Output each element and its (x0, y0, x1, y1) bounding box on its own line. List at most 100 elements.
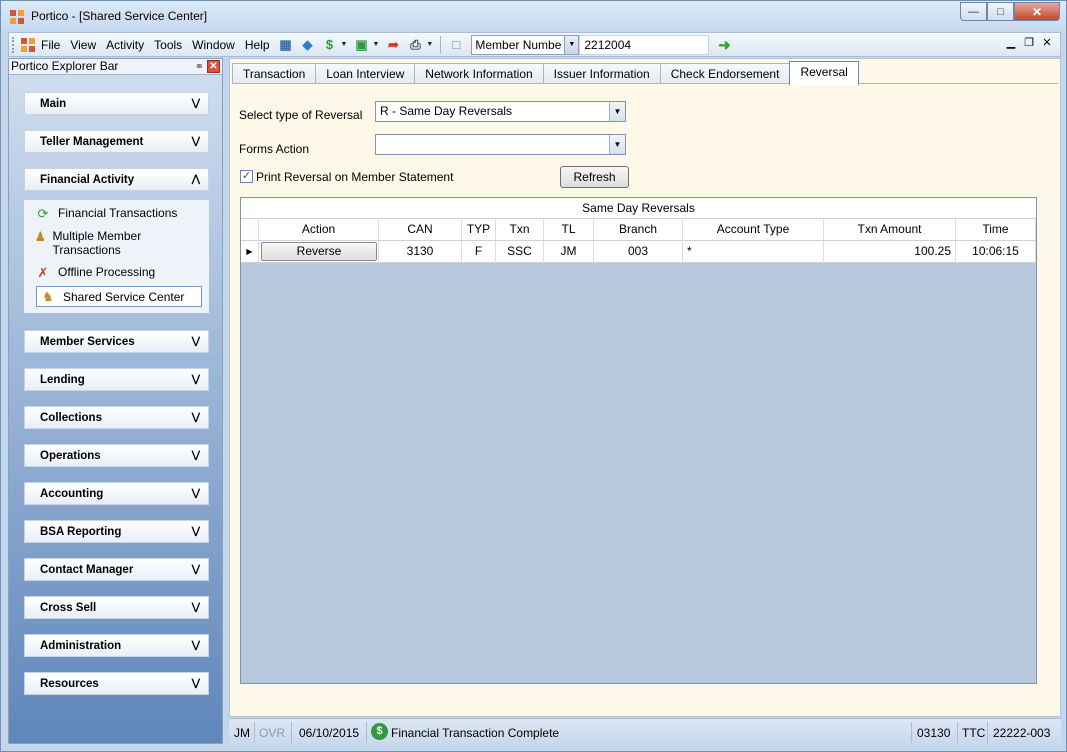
chevron-down-icon[interactable]: ▼ (609, 135, 625, 154)
redo-arrow-icon[interactable]: ➦ (384, 36, 402, 54)
dollar-dropdown-icon[interactable]: ▼ (341, 41, 348, 48)
pin-icon[interactable]: ⚭ (195, 60, 204, 75)
chevron-down-icon[interactable]: ▼ (609, 102, 625, 121)
group-label: Operations (40, 450, 101, 462)
col-typ[interactable]: TYP (462, 219, 496, 240)
group-collections[interactable]: Collections ⋁ (24, 406, 209, 429)
tab-network-information[interactable]: Network Information (414, 63, 544, 85)
account-type-cell: * (683, 241, 824, 262)
group-bsa-reporting[interactable]: BSA Reporting ⋁ (24, 520, 209, 543)
status-separator (366, 722, 367, 743)
group-accounting[interactable]: Accounting ⋁ (24, 482, 209, 505)
task-shared-service-center[interactable]: ♞ Shared Service Center (36, 286, 202, 307)
tab-strip: Transaction Loan Interview Network Infor… (232, 61, 859, 85)
status-terminal: 22222-003 (993, 726, 1051, 740)
col-time[interactable]: Time (956, 219, 1036, 240)
menu-tools[interactable]: Tools (149, 38, 187, 52)
group-operations[interactable]: Operations ⋁ (24, 444, 209, 467)
col-action[interactable]: Action (259, 219, 379, 240)
toolbar-grip[interactable] (12, 36, 16, 53)
document-icon[interactable]: □ (447, 36, 465, 54)
col-account-type[interactable]: Account Type (683, 219, 824, 240)
maximize-icon: □ (997, 5, 1004, 18)
group-label: Member Services (40, 336, 135, 348)
chevron-down-icon: ⋁ (191, 526, 200, 537)
mdi-close-icon[interactable]: ✕ (1038, 36, 1056, 49)
status-message: Financial Transaction Complete (391, 726, 560, 740)
group-label: Teller Management (40, 136, 144, 148)
chevron-down-icon: ⋁ (191, 374, 200, 385)
tab-check-endorsement[interactable]: Check Endorsement (659, 63, 791, 85)
go-arrow-icon[interactable]: ➜ (715, 36, 733, 54)
tab-issuer-information[interactable]: Issuer Information (542, 63, 661, 85)
group-lending[interactable]: Lending ⋁ (24, 368, 209, 391)
mdi-restore-icon[interactable]: ❐ (1020, 36, 1038, 49)
menu-help[interactable]: Help (240, 38, 275, 52)
col-can[interactable]: CAN (379, 219, 462, 240)
group-main[interactable]: Main ⋁ (24, 92, 209, 115)
tab-transaction[interactable]: Transaction (232, 63, 317, 85)
reversals-grid: Same Day Reversals Action CAN TYP Txn TL… (240, 197, 1037, 684)
chevron-down-icon: ⋁ (191, 640, 200, 651)
printer-dropdown-icon[interactable]: ▼ (426, 41, 433, 48)
task-label: Financial Transactions (58, 206, 178, 220)
menu-file[interactable]: File (36, 38, 65, 52)
explorer-header: Portico Explorer Bar ⚭ ✕ (9, 59, 222, 75)
group-label: Accounting (40, 488, 104, 500)
col-tl[interactable]: TL (544, 219, 594, 240)
chevron-down-icon[interactable]: ▼ (564, 35, 579, 54)
table-row[interactable]: ▶ Reverse 3130 F SSC JM 003 * 100.25 10:… (241, 241, 1036, 263)
close-button[interactable]: ✕ (1014, 2, 1060, 21)
status-separator (254, 722, 255, 743)
print-reversal-label: Print Reversal on Member Statement (256, 170, 454, 184)
grid-caption: Same Day Reversals (241, 198, 1036, 219)
typ-cell: F (462, 241, 496, 262)
refresh-button[interactable]: Refresh (560, 166, 629, 188)
explorer-close-icon[interactable]: ✕ (207, 60, 220, 73)
portico-menu-icon[interactable] (20, 37, 36, 53)
chevron-down-icon: ⋁ (191, 336, 200, 347)
dollar-icon[interactable]: $ (321, 36, 339, 54)
task-multiple-member-transactions[interactable]: ♟ Multiple Member Transactions (34, 229, 164, 257)
menu-window[interactable]: Window (187, 38, 240, 52)
title-bar: Portico - [Shared Service Center] — □ ✕ (1, 1, 1066, 32)
menu-activity[interactable]: Activity (101, 38, 149, 52)
group-contact-manager[interactable]: Contact Manager ⋁ (24, 558, 209, 581)
group-teller-management[interactable]: Teller Management ⋁ (24, 130, 209, 153)
status-bar: JM OVR 06/10/2015 $ Financial Transactio… (229, 718, 1061, 745)
group-cross-sell[interactable]: Cross Sell ⋁ (24, 596, 209, 619)
member-field-select[interactable]: Member Numbe ▼ (471, 34, 580, 55)
menu-view[interactable]: View (65, 38, 101, 52)
group-financial-activity[interactable]: Financial Activity ⋀ (24, 168, 209, 191)
chevron-down-icon: ⋁ (191, 412, 200, 423)
tab-reversal[interactable]: Reversal (789, 61, 859, 85)
maximize-button[interactable]: □ (987, 2, 1014, 21)
chevron-up-icon: ⋀ (191, 174, 200, 185)
can-cell: 3130 (379, 241, 462, 262)
task-offline-processing[interactable]: ✗ Offline Processing (34, 265, 156, 281)
task-financial-transactions[interactable]: ⟳ Financial Transactions (34, 206, 178, 222)
action-cell: Reverse (259, 241, 379, 262)
tab-loan-interview[interactable]: Loan Interview (315, 63, 416, 85)
print-reversal-checkbox[interactable]: ✓ (240, 170, 253, 183)
cash-drawer-icon[interactable]: ▣ (352, 36, 370, 54)
status-date: 06/10/2015 (299, 726, 360, 740)
calculator-icon[interactable]: ▦ (277, 36, 295, 54)
minimize-button[interactable]: — (960, 2, 987, 21)
card-icon[interactable]: ◆ (299, 36, 317, 54)
printer-icon[interactable]: ⎙ (406, 36, 424, 54)
forms-action-select[interactable]: ▼ (375, 134, 626, 155)
col-txn[interactable]: Txn (496, 219, 544, 240)
reverse-button[interactable]: Reverse (261, 242, 377, 261)
reversal-type-select[interactable]: R - Same Day Reversals ▼ (375, 101, 626, 122)
branch-cell: 003 (594, 241, 683, 262)
group-resources[interactable]: Resources ⋁ (24, 672, 209, 695)
group-member-services[interactable]: Member Services ⋁ (24, 330, 209, 353)
member-number-input[interactable]: 2212004 (579, 34, 710, 55)
col-branch[interactable]: Branch (594, 219, 683, 240)
mdi-minimize-icon[interactable]: ▁ (1002, 36, 1020, 49)
explorer-bar: Portico Explorer Bar ⚭ ✕ Main ⋁ Teller M… (8, 58, 223, 744)
col-txn-amount[interactable]: Txn Amount (824, 219, 956, 240)
cash-drawer-dropdown-icon[interactable]: ▼ (372, 41, 379, 48)
group-administration[interactable]: Administration ⋁ (24, 634, 209, 657)
